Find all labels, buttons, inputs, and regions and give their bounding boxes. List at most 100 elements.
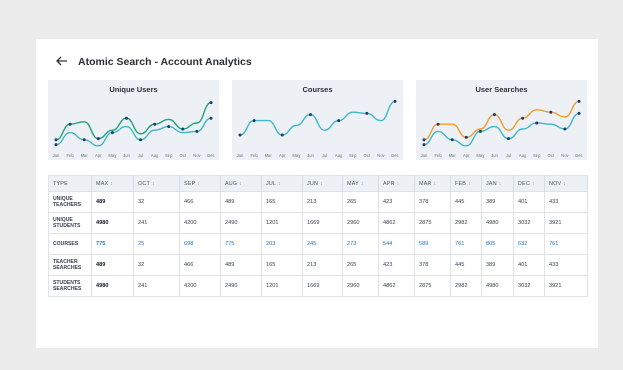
chart-title: Unique Users (109, 85, 158, 94)
month-cell: 433 (544, 191, 588, 213)
month-cell: 775 (220, 233, 262, 255)
column-header-sep[interactable]: SEP ↕ (179, 175, 221, 192)
max-cell: 489 (91, 254, 134, 276)
data-point (422, 143, 426, 147)
column-header-feb[interactable]: FEB ↕ (450, 175, 482, 192)
month-cell: 761 (450, 233, 482, 255)
sort-icon[interactable]: ↕ (110, 181, 113, 187)
month-cell: 241 (133, 275, 180, 297)
data-point (549, 110, 553, 114)
x-tick-label: Dec (575, 153, 582, 158)
chart-title: User Searches (475, 85, 528, 94)
data-point (507, 137, 511, 141)
data-point (82, 138, 86, 142)
x-tick-label: Mar (449, 153, 457, 158)
column-header-apr[interactable]: APR ↕ (378, 175, 415, 192)
data-point (139, 138, 143, 142)
column-header-jan[interactable]: JAN ↕ (481, 175, 514, 192)
series-line (423, 100, 580, 141)
x-tick-label: Nov (377, 153, 385, 158)
column-header-oct[interactable]: OCT ↕ (133, 175, 180, 192)
month-cell: 2960 (342, 275, 379, 297)
sort-icon[interactable]: ↕ (278, 181, 281, 187)
month-cell: 401 (513, 254, 545, 276)
data-point (68, 122, 72, 126)
month-cell: 203 (261, 233, 303, 255)
chart-courses-plot: Jan Feb Mar Apr May Jun Jul Aug Sep Oct Nov Dec (237, 99, 399, 158)
chart-title: Courses (302, 85, 333, 94)
column-header-jun[interactable]: JUN ↕ (302, 175, 343, 192)
x-tick-label: Oct (364, 153, 371, 158)
month-cell: 698 (179, 233, 221, 255)
x-tick-label: May (292, 153, 301, 158)
x-tick-label: Jul (506, 153, 511, 158)
x-tick-label: Feb (66, 153, 74, 158)
row-type-label: UNIQUE STUDENTS (48, 212, 92, 234)
data-point (478, 129, 482, 133)
table-header-row: TYPE MAX ↕ OCT ↕ SEP ↕ AUG ↕ JUL ↕ JUN ↕ MAY ↕ APR ↕ MAR ↕… (48, 175, 588, 192)
column-header-may[interactable]: MAY ↕ (342, 175, 379, 192)
data-point (492, 113, 496, 117)
month-cell: 445 (450, 191, 482, 213)
month-cell: 273 (342, 233, 379, 255)
analytics-card: Atomic Search - Account Analytics Unique… (36, 39, 598, 348)
month-cell: 3032 (513, 212, 545, 234)
column-header-mar[interactable]: MAR ↕ (414, 175, 451, 192)
x-tick-label: May (476, 153, 485, 158)
max-cell: 489 (91, 191, 134, 213)
month-cell: 544 (378, 233, 415, 255)
column-header-nov[interactable]: NOV ↕ (544, 175, 588, 192)
sort-icon[interactable]: ↕ (434, 181, 437, 187)
max-cell: 4980 (91, 212, 134, 234)
row-type-label: UNIQUE TEACHERS (48, 191, 92, 213)
month-cell: 165 (261, 191, 303, 213)
month-cell: 466 (179, 254, 221, 276)
x-tick-label: Apr (279, 153, 286, 158)
column-header-type: TYPE (48, 175, 92, 192)
column-header-dec[interactable]: DEC ↕ (513, 175, 545, 192)
month-cell: 389 (481, 254, 514, 276)
month-cell: 378 (414, 191, 451, 213)
sort-icon[interactable]: ↕ (397, 181, 400, 187)
x-tick-label: Dec (391, 153, 398, 158)
data-point (280, 133, 284, 137)
data-point (577, 111, 581, 115)
month-cell: 389 (481, 191, 514, 213)
month-cell: 2982 (450, 212, 482, 234)
series-line (239, 100, 396, 136)
sort-icon[interactable]: ↕ (499, 181, 502, 187)
column-header-max[interactable]: MAX ↕ (91, 175, 134, 192)
x-tick-label: May (108, 153, 117, 158)
month-cell: 761 (544, 233, 588, 255)
table-row: STUDENTS SEARCHES 4980 241 4200 2490 1201 1669 2… (48, 275, 588, 297)
sort-icon[interactable]: ↕ (532, 181, 535, 187)
x-tick-label: Sep (165, 153, 173, 158)
sort-icon[interactable]: ↕ (563, 181, 566, 187)
month-cell: 3921 (544, 275, 588, 297)
table-row: TEACHER SEARCHES 489 32 466 489 165 213 265 423 37… (48, 254, 588, 276)
sort-icon[interactable]: ↕ (361, 181, 364, 187)
data-point (393, 99, 397, 103)
month-cell: 4200 (179, 275, 221, 297)
sort-icon[interactable]: ↕ (197, 181, 200, 187)
x-tick-label: Mar (81, 153, 89, 158)
back-arrow-icon[interactable] (56, 55, 70, 69)
month-cell: 2490 (220, 275, 262, 297)
sort-icon[interactable]: ↕ (239, 181, 242, 187)
data-point (464, 135, 468, 139)
row-type-label: COURSES (48, 233, 92, 255)
month-cell: 3921 (544, 212, 588, 234)
month-cell: 433 (544, 254, 588, 276)
month-cell: 1669 (302, 212, 343, 234)
x-tick-label: Jun (307, 153, 314, 158)
month-cell: 2875 (414, 275, 451, 297)
month-cell: 445 (450, 254, 482, 276)
column-header-aug[interactable]: AUG ↕ (220, 175, 262, 192)
sort-icon[interactable]: ↕ (320, 181, 323, 187)
sort-icon[interactable]: ↕ (468, 181, 471, 187)
x-tick-label: Dec (207, 153, 214, 158)
column-header-jul[interactable]: JUL ↕ (261, 175, 303, 192)
sort-icon[interactable]: ↕ (152, 181, 155, 187)
month-cell: 25 (133, 233, 180, 255)
data-point (252, 119, 256, 123)
